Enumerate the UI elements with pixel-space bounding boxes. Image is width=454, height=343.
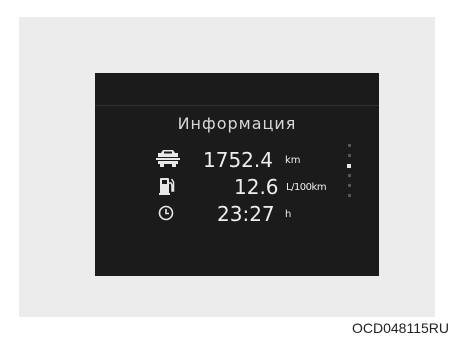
info-row-fuel-economy: 12.6 L/100km	[95, 175, 379, 200]
page-dot	[348, 154, 351, 157]
car-range-icon	[155, 149, 180, 169]
range-unit: km	[285, 155, 301, 166]
info-row-time: 23:27 h	[95, 202, 379, 227]
page-dot	[348, 184, 351, 187]
page-indicator	[347, 144, 353, 206]
range-value: 1752.4	[203, 148, 273, 172]
page-dot-active	[347, 164, 351, 168]
time-value: 23:27	[217, 202, 275, 226]
figure-code: OCD048115RU	[351, 320, 449, 336]
clock-icon	[155, 203, 177, 223]
time-unit: h	[285, 209, 292, 220]
cluster-display: Информация 1752.4 km 12.6 L/100km 23:27 …	[95, 73, 379, 276]
fuel-economy-value: 12.6	[234, 175, 279, 199]
fuel-pump-icon	[155, 176, 177, 196]
info-row-range: 1752.4 km	[95, 148, 379, 173]
page-dot	[348, 144, 351, 147]
display-title: Информация	[177, 114, 297, 133]
display-divider	[95, 105, 379, 106]
page-dot	[348, 174, 351, 177]
fuel-economy-unit: L/100km	[286, 182, 327, 193]
page-dot	[348, 194, 351, 197]
